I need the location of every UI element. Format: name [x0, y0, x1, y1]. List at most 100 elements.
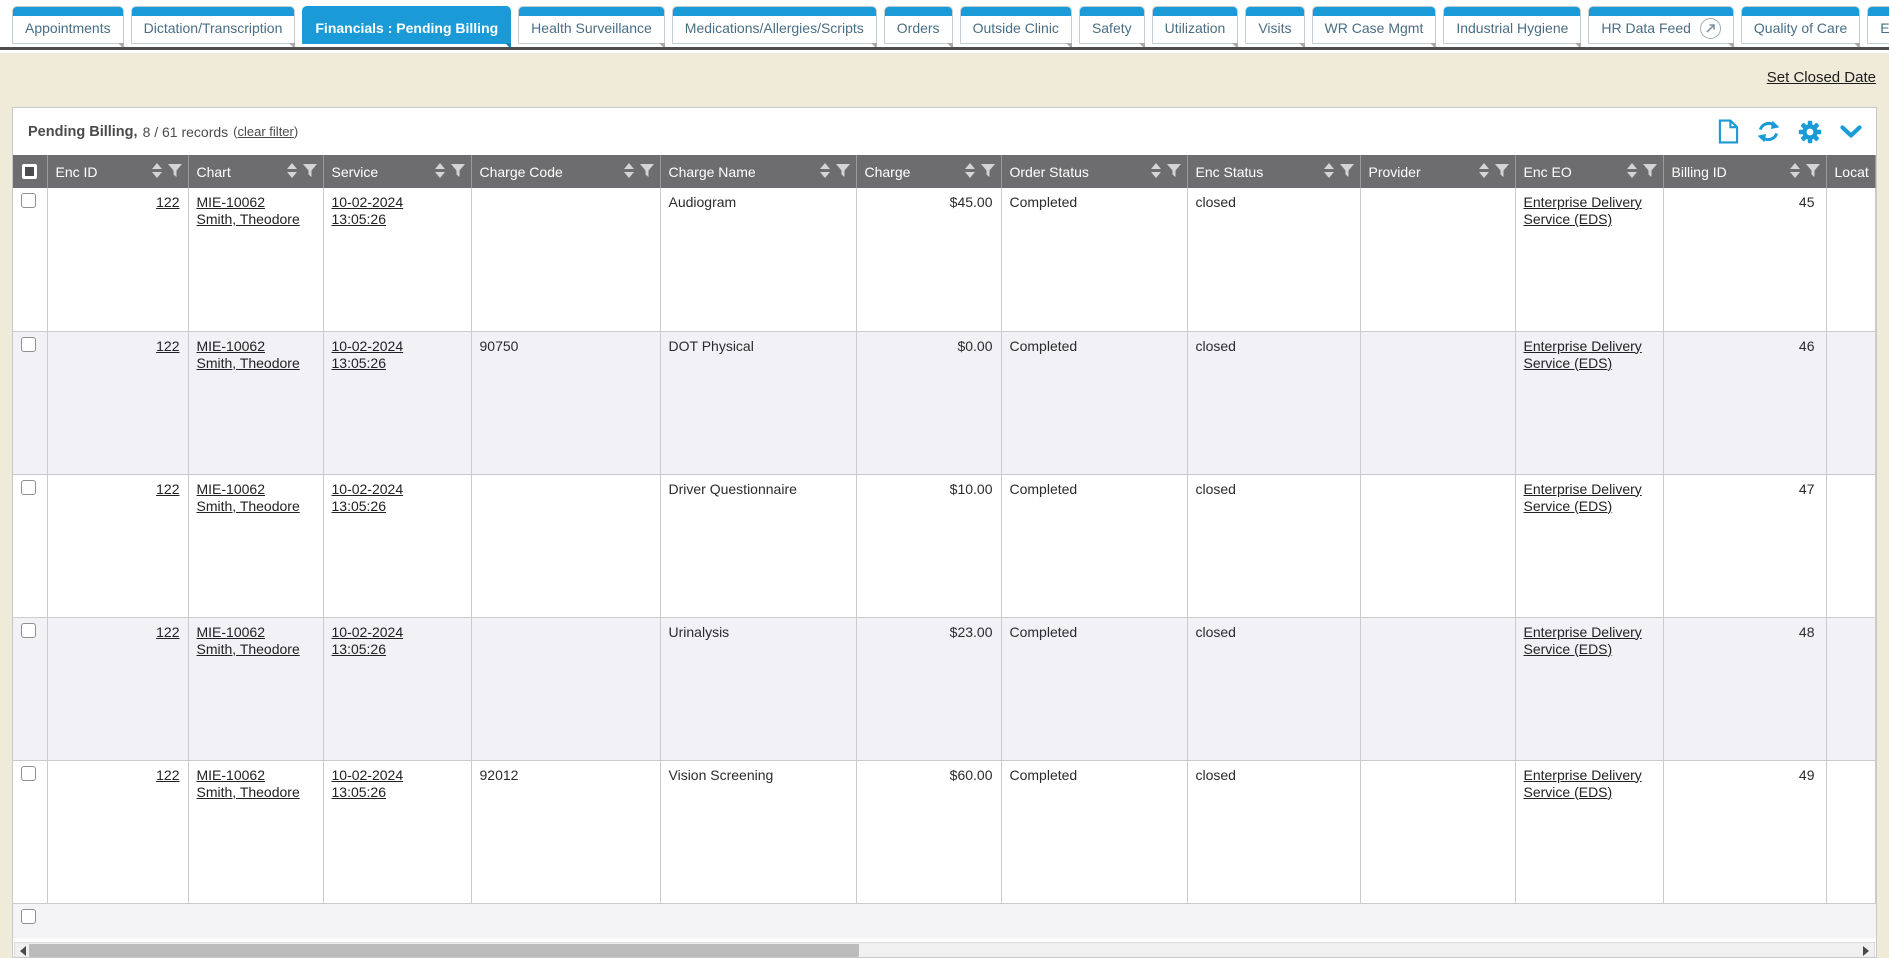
tab-outside-clinic[interactable]: Outside Clinic: [960, 6, 1072, 44]
filter-icon[interactable]: [303, 164, 317, 180]
enc-eo-link[interactable]: Enterprise Delivery Service (EDS): [1524, 338, 1642, 371]
filter-icon[interactable]: [1167, 164, 1181, 180]
chart-id-link[interactable]: MIE-10062: [197, 767, 315, 784]
row-checkbox[interactable]: [21, 766, 36, 781]
sort-icon[interactable]: [286, 163, 298, 181]
filter-icon[interactable]: [981, 164, 995, 180]
col-header-provider[interactable]: Provider: [1360, 155, 1515, 188]
service-date-link[interactable]: 10-02-2024: [332, 194, 463, 211]
tab-industrial-hygiene[interactable]: Industrial Hygiene: [1443, 6, 1581, 44]
chart-id-link[interactable]: MIE-10062: [197, 194, 315, 211]
refresh-icon[interactable]: [1757, 120, 1780, 143]
row-checkbox[interactable]: [21, 909, 36, 924]
enc-id-link[interactable]: 122: [156, 767, 179, 783]
sort-icon[interactable]: [1323, 163, 1335, 181]
tab-wr-case-mgmt[interactable]: WR Case Mgmt: [1312, 6, 1437, 44]
sort-icon[interactable]: [434, 163, 446, 181]
col-header-location[interactable]: Location: [1826, 155, 1876, 188]
col-header-enc-id[interactable]: Enc ID: [47, 155, 188, 188]
chevron-down-icon[interactable]: [1840, 125, 1862, 139]
clear-filter-link[interactable]: clear filter: [238, 124, 294, 139]
col-header-charge-code[interactable]: Charge Code: [471, 155, 660, 188]
filter-icon[interactable]: [1340, 164, 1354, 180]
col-header-select-all[interactable]: [13, 155, 47, 188]
sort-icon[interactable]: [819, 163, 831, 181]
tab-financials-pending-billing[interactable]: Financials : Pending Billing: [302, 6, 511, 44]
tab-orders[interactable]: Orders: [884, 6, 953, 44]
col-header-enc-status[interactable]: Enc Status: [1187, 155, 1360, 188]
column-label: Order Status: [1010, 164, 1145, 180]
scroll-right-arrow[interactable]: [1863, 946, 1869, 956]
service-date-link[interactable]: 10-02-2024: [332, 767, 463, 784]
tab-hr-data-feed[interactable]: HR Data Feed: [1588, 6, 1733, 44]
new-document-icon[interactable]: [1718, 119, 1739, 144]
sort-icon[interactable]: [623, 163, 635, 181]
tab-medications-allergies-scripts[interactable]: Medications/Allergies/Scripts: [672, 6, 877, 44]
service-date-link[interactable]: 10-02-2024: [332, 481, 463, 498]
chart-name-link[interactable]: Smith, Theodore: [197, 498, 315, 515]
column-label: Charge: [865, 164, 959, 180]
enc-eo-link[interactable]: Enterprise Delivery Service (EDS): [1524, 194, 1642, 227]
service-time-link[interactable]: 13:05:26: [332, 355, 463, 372]
chart-name-link[interactable]: Smith, Theodore: [197, 641, 315, 658]
enc-eo-link[interactable]: Enterprise Delivery Service (EDS): [1524, 767, 1642, 800]
tab-appointments[interactable]: Appointments: [12, 6, 124, 44]
chart-name-link[interactable]: Smith, Theodore: [197, 355, 315, 372]
scrollbar-thumb[interactable]: [29, 944, 859, 957]
chart-id-link[interactable]: MIE-10062: [197, 624, 315, 641]
col-header-charge-name[interactable]: Charge Name: [660, 155, 856, 188]
col-header-chart[interactable]: Chart: [188, 155, 323, 188]
col-header-billing-id[interactable]: Billing ID: [1663, 155, 1826, 188]
chart-name-link[interactable]: Smith, Theodore: [197, 211, 315, 228]
row-checkbox[interactable]: [21, 337, 36, 352]
service-date-link[interactable]: 10-02-2024: [332, 624, 463, 641]
enc-eo-link[interactable]: Enterprise Delivery Service (EDS): [1524, 624, 1642, 657]
tab-dictation-transcription[interactable]: Dictation/Transcription: [131, 6, 296, 44]
service-time-link[interactable]: 13:05:26: [332, 211, 463, 228]
chart-id-link[interactable]: MIE-10062: [197, 338, 315, 355]
enc-id-link[interactable]: 122: [156, 481, 179, 497]
col-header-order-status[interactable]: Order Status: [1001, 155, 1187, 188]
select-all-checkbox[interactable]: [22, 164, 37, 179]
row-checkbox[interactable]: [21, 623, 36, 638]
filter-icon[interactable]: [1643, 164, 1657, 180]
sort-icon[interactable]: [151, 163, 163, 181]
sort-icon[interactable]: [1626, 163, 1638, 181]
tab-quality-of-care[interactable]: Quality of Care: [1741, 6, 1860, 44]
tab-executive-dashboard[interactable]: Executive Dashboard: [1867, 6, 1889, 44]
scroll-left-arrow[interactable]: [20, 946, 26, 956]
sort-icon[interactable]: [1478, 163, 1490, 181]
sort-icon[interactable]: [964, 163, 976, 181]
horizontal-scrollbar[interactable]: [14, 942, 1875, 958]
enc-id-link[interactable]: 122: [156, 194, 179, 210]
service-date-link[interactable]: 10-02-2024: [332, 338, 463, 355]
tab-safety[interactable]: Safety: [1079, 6, 1145, 44]
chart-id-link[interactable]: MIE-10062: [197, 481, 315, 498]
enc-id-link[interactable]: 122: [156, 338, 179, 354]
service-time-link[interactable]: 13:05:26: [332, 498, 463, 515]
row-checkbox[interactable]: [21, 480, 36, 495]
col-header-service[interactable]: Service: [323, 155, 471, 188]
filter-icon[interactable]: [640, 164, 654, 180]
sort-icon[interactable]: [1789, 163, 1801, 181]
tab-visits[interactable]: Visits: [1245, 6, 1304, 44]
service-time-link[interactable]: 13:05:26: [332, 641, 463, 658]
service-time-link[interactable]: 13:05:26: [332, 784, 463, 801]
col-header-charge[interactable]: Charge: [856, 155, 1001, 188]
sort-icon[interactable]: [1150, 163, 1162, 181]
filter-icon[interactable]: [1495, 164, 1509, 180]
chart-name-link[interactable]: Smith, Theodore: [197, 784, 315, 801]
col-header-enc-eo[interactable]: Enc EO: [1515, 155, 1663, 188]
order-status-cell: Completed: [1001, 760, 1187, 903]
filter-icon[interactable]: [1806, 164, 1820, 180]
filter-icon[interactable]: [451, 164, 465, 180]
tab-utilization[interactable]: Utilization: [1152, 6, 1239, 44]
gear-icon[interactable]: [1798, 120, 1822, 144]
enc-id-link[interactable]: 122: [156, 624, 179, 640]
filter-icon[interactable]: [168, 164, 182, 180]
set-closed-date-link[interactable]: Set Closed Date: [1767, 69, 1876, 86]
row-checkbox[interactable]: [21, 193, 36, 208]
tab-health-surveillance[interactable]: Health Surveillance: [518, 6, 665, 44]
enc-eo-link[interactable]: Enterprise Delivery Service (EDS): [1524, 481, 1642, 514]
filter-icon[interactable]: [836, 164, 850, 180]
